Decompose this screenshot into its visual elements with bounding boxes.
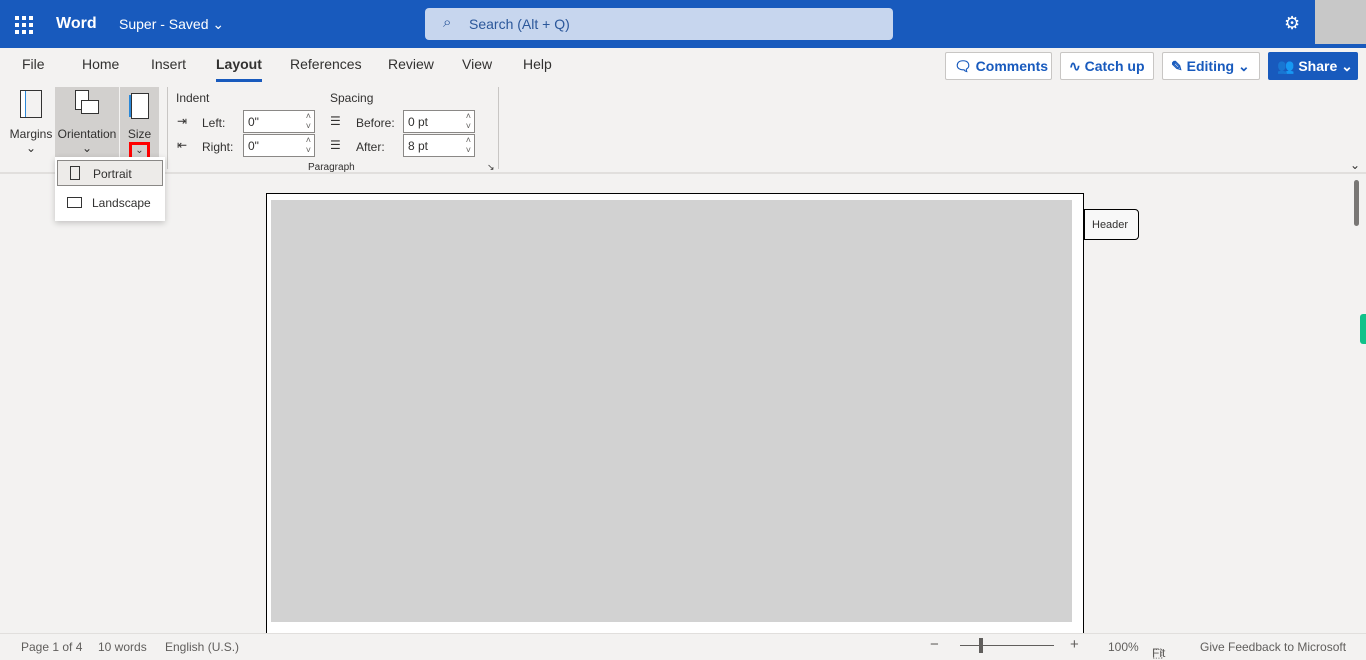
share-label: Share — [1298, 58, 1338, 74]
zoom-slider-thumb[interactable] — [979, 638, 983, 653]
document-page[interactable] — [266, 193, 1084, 643]
chevron-down-icon: ⌄ — [1237, 58, 1250, 74]
tab-review[interactable]: Review — [388, 56, 434, 72]
share-button[interactable]: 👥 Share ⌄ — [1268, 52, 1358, 80]
divider — [498, 87, 499, 169]
word-count[interactable]: 10 words — [98, 640, 147, 654]
header-tag[interactable]: Header — [1084, 209, 1139, 240]
search-input[interactable]: ⌕ Search (Alt + Q) — [425, 8, 893, 40]
orientation-dropdown: Portrait Landscape — [55, 157, 165, 221]
search-icon: ⌕ — [443, 14, 452, 31]
indent-left-input[interactable]: 0" ˄ ˅ — [243, 110, 315, 133]
indent-right-value: 0" — [248, 139, 259, 153]
orientation-icon — [75, 90, 99, 120]
portrait-icon — [70, 166, 80, 180]
zoom-level[interactable]: 100% — [1108, 640, 1139, 654]
status-bar: Page 1 of 4 10 words English (U.S.) − + … — [0, 633, 1366, 660]
app-name[interactable]: Word — [56, 15, 97, 33]
spacing-heading: Spacing — [330, 91, 374, 105]
size-button[interactable]: Size ⌄ — [120, 87, 159, 162]
indent-left-icon: ⇥ — [177, 114, 188, 128]
comments-button[interactable]: 🗨 Comments — [945, 52, 1052, 80]
size-label: Size — [127, 127, 152, 141]
image-placeholder[interactable] — [271, 200, 1072, 622]
catch-up-label: Catch up — [1084, 58, 1145, 74]
document-title[interactable]: Super - Saved ⌄ — [119, 16, 224, 33]
spinner-arrows-icon[interactable]: ˄ ˅ — [306, 135, 311, 155]
indent-right-icon: ⇤ — [177, 138, 188, 152]
comment-icon: 🗨 — [954, 58, 972, 74]
catch-up-button[interactable]: ∿ Catch up — [1060, 52, 1154, 80]
zoom-out-icon[interactable]: − — [930, 636, 939, 653]
orientation-label: Orientation — [57, 127, 117, 141]
spinner-arrows-icon[interactable]: ˄ ˅ — [466, 111, 471, 131]
avatar[interactable] — [1315, 0, 1366, 44]
tab-references[interactable]: References — [290, 56, 362, 72]
comments-label: Comments — [975, 58, 1049, 74]
editing-label: Editing — [1186, 58, 1235, 74]
title-bar: Word Super - Saved ⌄ ⌕ Search (Alt + Q) ⚙ — [0, 0, 1366, 48]
margins-button[interactable]: Margins ⌄ — [8, 87, 54, 157]
chevron-down-icon: ⌄ — [25, 141, 37, 155]
indent-heading: Indent — [176, 91, 210, 105]
menu-item-landscape[interactable]: Landscape — [57, 190, 163, 216]
indent-right-label: Right: — [202, 140, 234, 154]
side-pane-handle[interactable] — [1360, 314, 1366, 344]
search-placeholder: Search (Alt + Q) — [469, 16, 570, 32]
language[interactable]: English (U.S.) — [165, 640, 239, 654]
tab-file[interactable]: File — [22, 56, 45, 72]
page-count[interactable]: Page 1 of 4 — [21, 640, 82, 654]
margins-icon — [20, 90, 42, 118]
gear-icon[interactable]: ⚙ — [1284, 13, 1300, 34]
spinner-arrows-icon[interactable]: ˄ ˅ — [306, 111, 311, 131]
tab-view[interactable]: View — [462, 56, 492, 72]
tab-insert[interactable]: Insert — [151, 56, 186, 72]
collapse-ribbon-chevron-icon[interactable]: ⌄ — [1350, 158, 1360, 172]
tab-home[interactable]: Home — [82, 56, 119, 72]
fit-label: Fit — [1152, 646, 1166, 660]
spacing-before-label: Before: — [356, 116, 395, 130]
pulse-icon: ∿ — [1069, 58, 1081, 74]
app-launcher-icon[interactable] — [15, 16, 33, 34]
chevron-down-icon: ⌄ — [81, 141, 93, 155]
feedback-link[interactable]: Give Feedback to Microsoft — [1200, 640, 1346, 654]
spacing-after-label: After: — [356, 140, 385, 154]
tab-help[interactable]: Help — [523, 56, 552, 72]
doc-title-text: Super - Saved — [119, 16, 209, 32]
spacing-before-icon: ☰ — [330, 114, 341, 128]
tab-layout[interactable]: Layout — [216, 56, 262, 82]
spacing-after-value: 8 pt — [408, 139, 429, 153]
indent-left-label: Left: — [202, 116, 226, 130]
pencil-icon: ✎ — [1171, 58, 1183, 74]
spacing-after-icon: ☰ — [330, 138, 341, 152]
spacing-after-input[interactable]: 8 pt ˄ ˅ — [403, 134, 475, 157]
spacing-before-input[interactable]: 0 pt ˄ ˅ — [403, 110, 475, 133]
size-icon — [130, 93, 149, 119]
chevron-down-icon: ⌄ — [1341, 58, 1353, 74]
margins-label: Margins — [9, 127, 53, 141]
vertical-scrollbar[interactable] — [1354, 180, 1359, 226]
landscape-icon — [67, 197, 82, 208]
editing-button[interactable]: ✎ Editing ⌄ — [1162, 52, 1260, 80]
landscape-label: Landscape — [92, 196, 151, 210]
spinner-arrows-icon[interactable]: ˄ ˅ — [466, 135, 471, 155]
indent-right-input[interactable]: 0" ˄ ˅ — [243, 134, 315, 157]
ribbon-divider — [0, 172, 1366, 174]
indent-left-value: 0" — [248, 115, 259, 129]
portrait-label: Portrait — [93, 167, 132, 181]
divider — [167, 87, 168, 169]
people-icon: 👥 — [1277, 58, 1295, 74]
zoom-slider[interactable] — [960, 638, 1054, 653]
orientation-button[interactable]: Orientation ⌄ — [55, 87, 119, 157]
spacing-before-value: 0 pt — [408, 115, 429, 129]
zoom-in-icon[interactable]: + — [1070, 636, 1079, 653]
chevron-down-icon: ⌄ — [212, 16, 225, 32]
menu-item-portrait[interactable]: Portrait — [57, 160, 163, 186]
